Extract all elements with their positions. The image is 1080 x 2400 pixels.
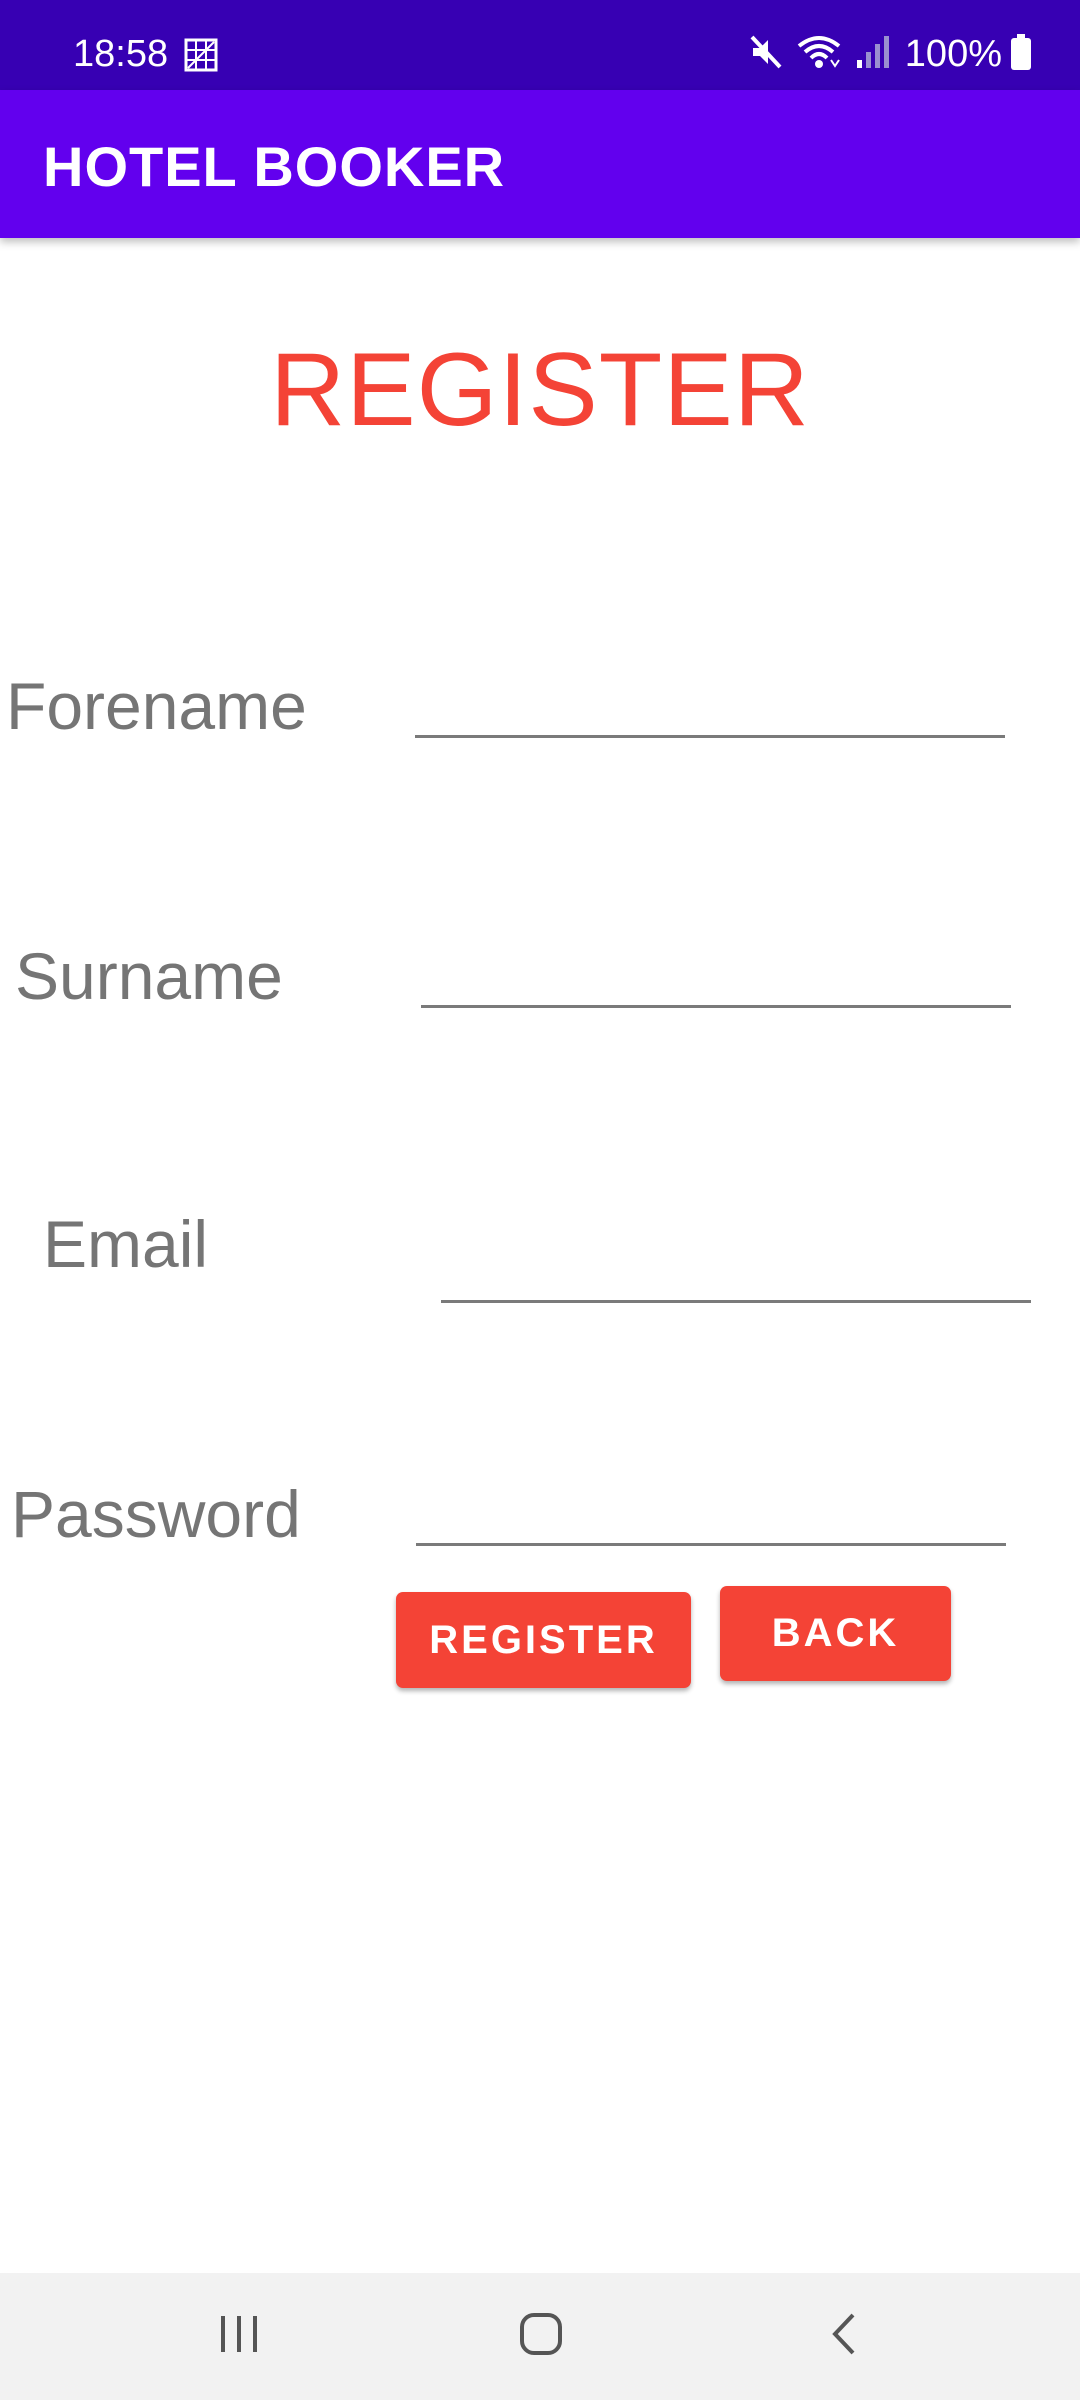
gallery-icon (184, 38, 218, 72)
register-button[interactable]: REGISTER (396, 1592, 691, 1688)
page-title: REGISTER (270, 332, 810, 448)
back-nav-button[interactable] (744, 2273, 944, 2400)
signal-icon (855, 34, 891, 75)
forename-input[interactable] (415, 665, 1005, 738)
home-button[interactable] (441, 2273, 641, 2400)
status-time: 18:58 (73, 33, 169, 75)
home-icon (518, 2311, 564, 2362)
battery-percent: 100% (904, 33, 1002, 75)
status-icons: 100% (749, 28, 1032, 80)
register-screen: 18:58 100% HOTEL BOOKER REGISTER Forenam… (0, 0, 1080, 2400)
recents-icon (217, 2314, 261, 2359)
surname-label: Surname (15, 939, 283, 1013)
password-input[interactable] (416, 1473, 1006, 1546)
status-bar: 18:58 100% (0, 0, 1080, 90)
back-button[interactable]: BACK (720, 1586, 951, 1681)
app-title: HOTEL BOOKER (43, 135, 506, 198)
system-nav-bar (0, 2273, 1080, 2400)
app-bar: HOTEL BOOKER (0, 90, 1080, 238)
wifi-icon (797, 34, 841, 75)
surname-input[interactable] (421, 935, 1011, 1008)
forename-label: Forename (6, 669, 307, 743)
mute-icon (749, 34, 783, 75)
battery-icon (1010, 33, 1032, 75)
email-input[interactable] (441, 1230, 1031, 1303)
email-label: Email (43, 1207, 209, 1281)
password-label: Password (11, 1477, 301, 1551)
recents-button[interactable] (139, 2273, 339, 2400)
back-icon (829, 2311, 859, 2362)
